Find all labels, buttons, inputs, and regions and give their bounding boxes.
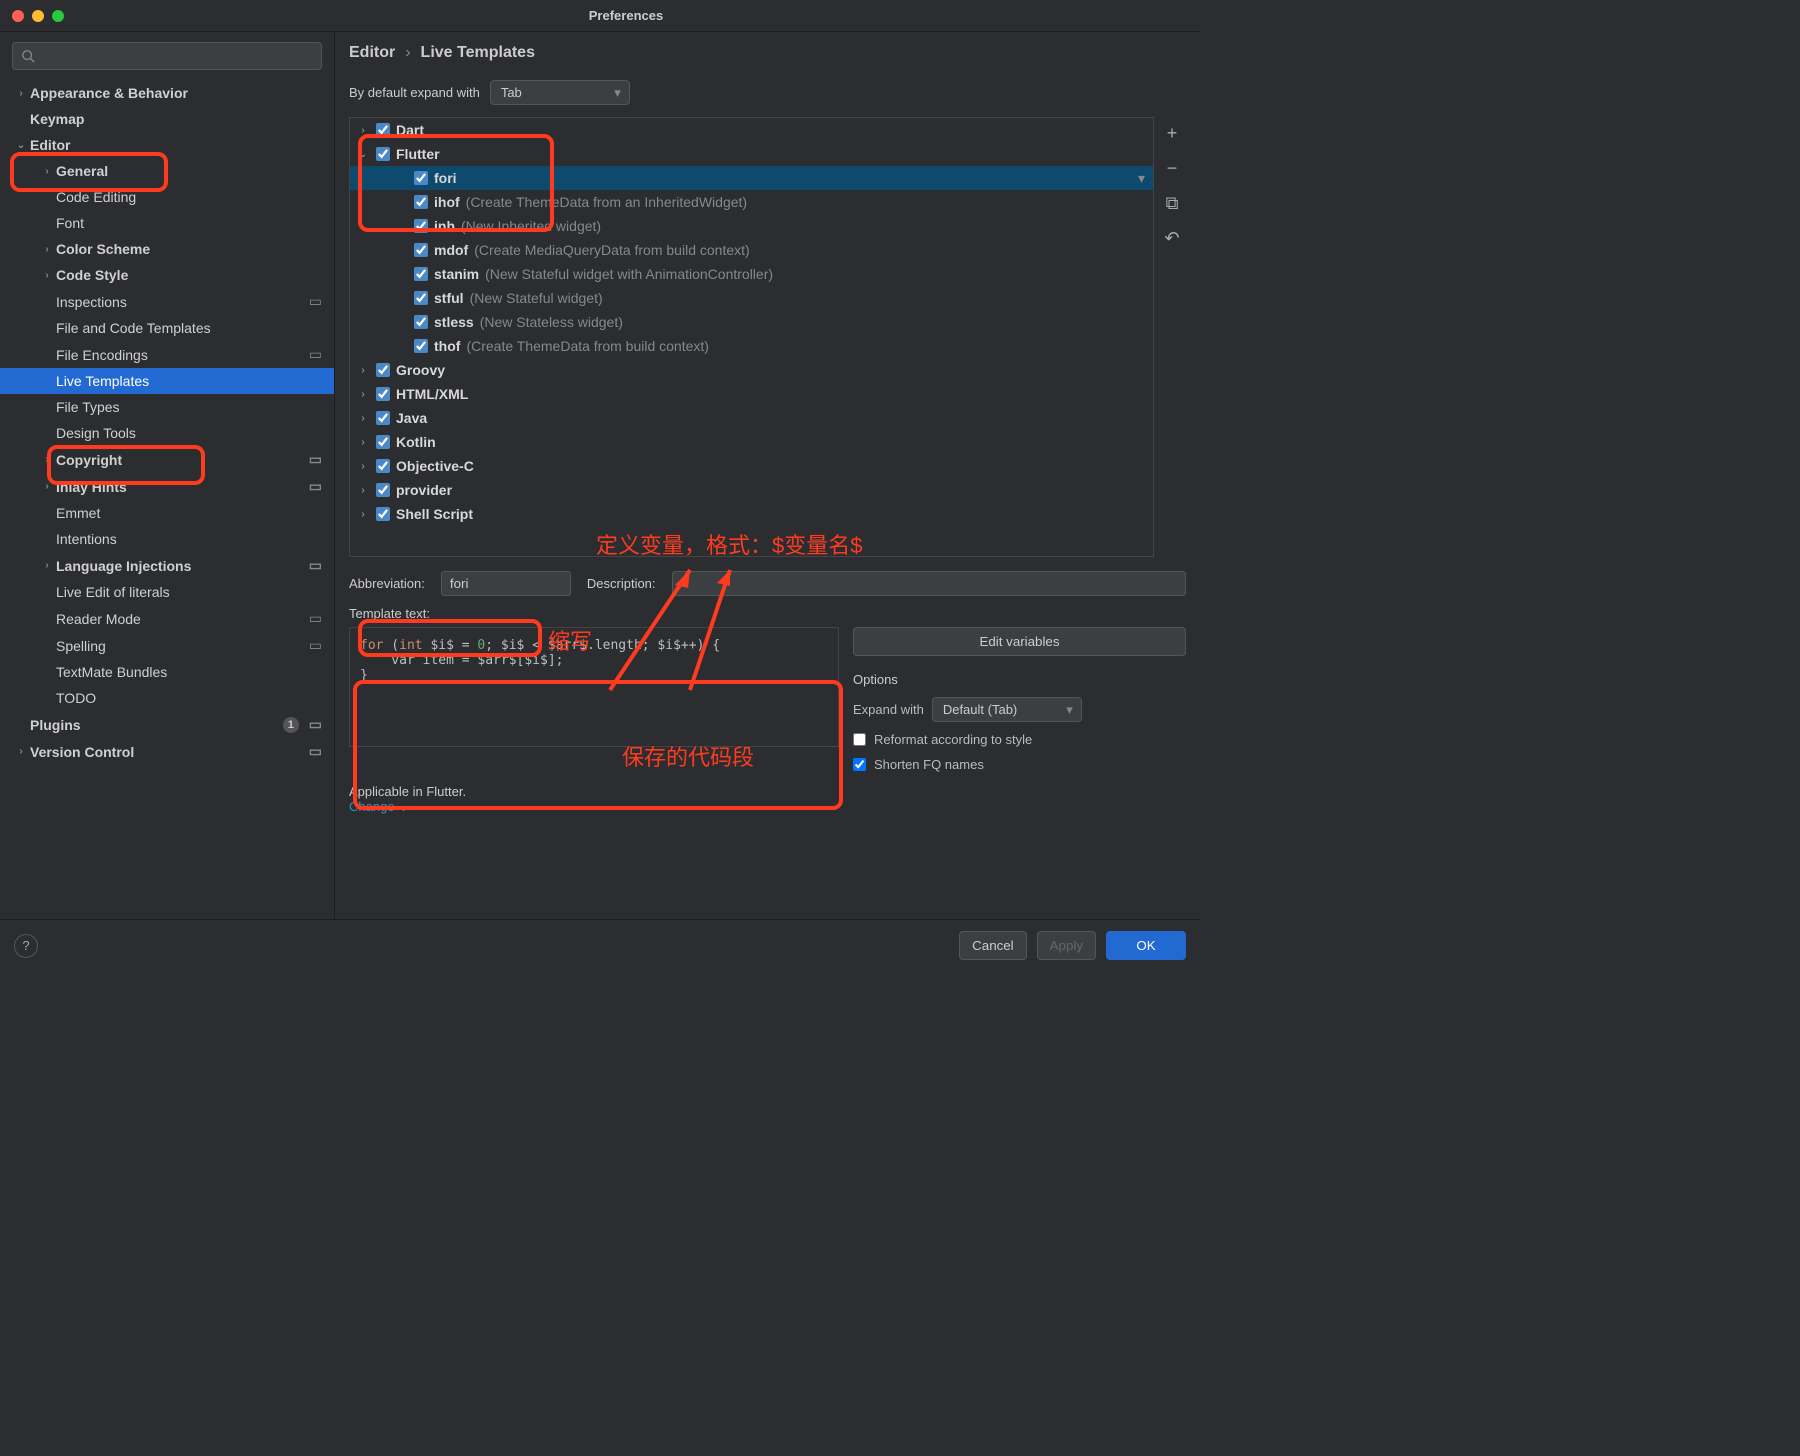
chevron-right-icon: › (405, 44, 410, 62)
expand-label: By default expand with (349, 85, 480, 100)
desc-label: Description: (587, 576, 656, 591)
sidebar: ›Appearance & BehaviorKeymap⌄Editor›Gene… (0, 32, 335, 919)
tree-row-fori[interactable]: fori (350, 166, 1153, 190)
window-controls (12, 10, 64, 22)
window-title: Preferences (64, 8, 1188, 23)
add-icon[interactable]: + (1167, 123, 1178, 144)
template-text-label: Template text: (349, 606, 1186, 621)
tree-row-shell-script[interactable]: › Shell Script (350, 502, 1153, 526)
sidebar-item-code-style[interactable]: ›Code Style (0, 262, 334, 288)
crumb-live-templates: Live Templates (421, 44, 535, 62)
sidebar-item-design-tools[interactable]: Design Tools (0, 420, 334, 446)
template-text-editor[interactable]: for (int $i$ = 0; $i$ < $arr$.length; $i… (349, 627, 839, 747)
remove-icon[interactable]: − (1167, 158, 1178, 179)
sidebar-item-emmet[interactable]: Emmet (0, 500, 334, 526)
tree-row-kotlin[interactable]: › Kotlin (350, 430, 1153, 454)
edit-variables-button[interactable]: Edit variables (853, 627, 1186, 656)
ok-button[interactable]: OK (1106, 931, 1186, 960)
sidebar-item-file-encodings[interactable]: File Encodings▭ (0, 341, 334, 368)
sidebar-item-font[interactable]: Font (0, 210, 334, 236)
tree-row-ihof[interactable]: ihof (Create ThemeData from an Inherited… (350, 190, 1153, 214)
sidebar-item-copyright[interactable]: ›Copyright▭ (0, 446, 334, 473)
footer: ? Cancel Apply OK (0, 919, 1200, 971)
tree-row-dart[interactable]: › Dart (350, 118, 1153, 142)
sidebar-item-inspections[interactable]: Inspections▭ (0, 288, 334, 315)
tree-row-objective-c[interactable]: › Objective-C (350, 454, 1153, 478)
sidebar-item-live-edit-of-literals[interactable]: Live Edit of literals (0, 579, 334, 605)
expand-with-select[interactable]: Default (Tab) (932, 697, 1082, 722)
expand-with-label: Expand with (853, 702, 924, 717)
sidebar-item-language-injections[interactable]: ›Language Injections▭ (0, 552, 334, 579)
sidebar-item-plugins[interactable]: Plugins1▭ (0, 711, 334, 738)
tree-row-mdof[interactable]: mdof (Create MediaQueryData from build c… (350, 238, 1153, 262)
sidebar-item-editor[interactable]: ⌄Editor (0, 132, 334, 158)
abbrev-input[interactable] (441, 571, 571, 596)
breadcrumb: Editor › Live Templates (349, 44, 1186, 62)
abbrev-label: Abbreviation: (349, 576, 425, 591)
copy-icon[interactable]: ⧉ (1166, 193, 1179, 214)
sidebar-item-inlay-hints[interactable]: ›Inlay Hints▭ (0, 473, 334, 500)
apply-button[interactable]: Apply (1037, 931, 1096, 960)
change-link[interactable]: Change ⌄ (349, 799, 409, 814)
tree-row-java[interactable]: › Java (350, 406, 1153, 430)
tree-row-groovy[interactable]: › Groovy (350, 358, 1153, 382)
tree-row-inh[interactable]: inh (New Inherited widget) (350, 214, 1153, 238)
sidebar-item-todo[interactable]: TODO (0, 685, 334, 711)
tree-row-provider[interactable]: › provider (350, 478, 1153, 502)
shorten-checkbox[interactable]: Shorten FQ names (853, 757, 1186, 772)
close-icon[interactable] (12, 10, 24, 22)
titlebar: Preferences (0, 0, 1200, 32)
desc-input[interactable] (672, 571, 1186, 596)
sidebar-item-color-scheme[interactable]: ›Color Scheme (0, 236, 334, 262)
options-title: Options (853, 672, 1186, 687)
sidebar-item-file-and-code-templates[interactable]: File and Code Templates (0, 315, 334, 341)
sidebar-item-code-editing[interactable]: Code Editing (0, 184, 334, 210)
cancel-button[interactable]: Cancel (959, 931, 1027, 960)
sidebar-item-live-templates[interactable]: Live Templates (0, 368, 334, 394)
tree-row-stless[interactable]: stless (New Stateless widget) (350, 310, 1153, 334)
sidebar-item-version-control[interactable]: ›Version Control▭ (0, 738, 334, 765)
sidebar-item-appearance-behavior[interactable]: ›Appearance & Behavior (0, 80, 334, 106)
sidebar-item-file-types[interactable]: File Types (0, 394, 334, 420)
tree-row-stanim[interactable]: stanim (New Stateful widget with Animati… (350, 262, 1153, 286)
applicable-label: Applicable in Flutter. (349, 784, 466, 799)
sidebar-item-general[interactable]: ›General (0, 158, 334, 184)
main-panel: Editor › Live Templates By default expan… (335, 32, 1200, 919)
tree-row-flutter[interactable]: ⌄ Flutter (350, 142, 1153, 166)
revert-icon[interactable]: ↶ (1164, 228, 1179, 249)
tree-toolbar: + − ⧉ ↶ (1158, 117, 1186, 557)
template-tree[interactable]: › Dart⌄ Flutter fori ihof (Create ThemeD… (349, 117, 1154, 557)
reformat-checkbox[interactable]: Reformat according to style (853, 732, 1186, 747)
sidebar-item-spelling[interactable]: Spelling▭ (0, 632, 334, 659)
maximize-icon[interactable] (52, 10, 64, 22)
sidebar-item-intentions[interactable]: Intentions (0, 526, 334, 552)
nav-tree: ›Appearance & BehaviorKeymap⌄Editor›Gene… (0, 80, 334, 919)
sidebar-item-textmate-bundles[interactable]: TextMate Bundles (0, 659, 334, 685)
search-input[interactable] (12, 42, 322, 70)
help-icon[interactable]: ? (14, 934, 38, 958)
tree-row-html-xml[interactable]: › HTML/XML (350, 382, 1153, 406)
expand-select[interactable]: Tab (490, 80, 630, 105)
tree-row-stful[interactable]: stful (New Stateful widget) (350, 286, 1153, 310)
minimize-icon[interactable] (32, 10, 44, 22)
search-icon (21, 49, 35, 63)
sidebar-item-keymap[interactable]: Keymap (0, 106, 334, 132)
tree-row-thof[interactable]: thof (Create ThemeData from build contex… (350, 334, 1153, 358)
sidebar-item-reader-mode[interactable]: Reader Mode▭ (0, 605, 334, 632)
crumb-editor[interactable]: Editor (349, 44, 395, 62)
